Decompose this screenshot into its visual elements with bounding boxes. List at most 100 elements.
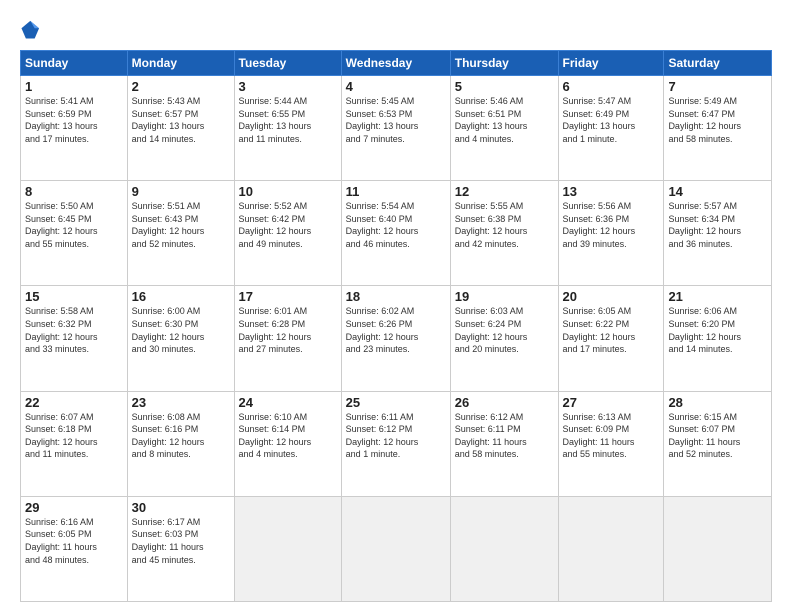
weekday-thursday: Thursday — [450, 51, 558, 76]
day-number: 13 — [563, 184, 660, 199]
calendar-cell: 8Sunrise: 5:50 AMSunset: 6:45 PMDaylight… — [21, 181, 128, 286]
day-info: Sunrise: 6:16 AMSunset: 6:05 PMDaylight:… — [25, 516, 123, 566]
calendar: SundayMondayTuesdayWednesdayThursdayFrid… — [20, 50, 772, 602]
week-row-2: 8Sunrise: 5:50 AMSunset: 6:45 PMDaylight… — [21, 181, 772, 286]
day-number: 8 — [25, 184, 123, 199]
day-info: Sunrise: 6:01 AMSunset: 6:28 PMDaylight:… — [239, 305, 337, 355]
calendar-cell: 1Sunrise: 5:41 AMSunset: 6:59 PMDaylight… — [21, 76, 128, 181]
logo — [20, 18, 46, 40]
day-number: 3 — [239, 79, 337, 94]
day-number: 11 — [346, 184, 446, 199]
day-number: 27 — [563, 395, 660, 410]
day-info: Sunrise: 6:02 AMSunset: 6:26 PMDaylight:… — [346, 305, 446, 355]
calendar-cell: 25Sunrise: 6:11 AMSunset: 6:12 PMDayligh… — [341, 391, 450, 496]
weekday-monday: Monday — [127, 51, 234, 76]
day-number: 23 — [132, 395, 230, 410]
calendar-cell: 5Sunrise: 5:46 AMSunset: 6:51 PMDaylight… — [450, 76, 558, 181]
logo-icon — [20, 18, 42, 40]
day-number: 2 — [132, 79, 230, 94]
weekday-header: SundayMondayTuesdayWednesdayThursdayFrid… — [21, 51, 772, 76]
calendar-cell: 7Sunrise: 5:49 AMSunset: 6:47 PMDaylight… — [664, 76, 772, 181]
calendar-cell: 9Sunrise: 5:51 AMSunset: 6:43 PMDaylight… — [127, 181, 234, 286]
weekday-wednesday: Wednesday — [341, 51, 450, 76]
calendar-cell: 23Sunrise: 6:08 AMSunset: 6:16 PMDayligh… — [127, 391, 234, 496]
calendar-cell: 24Sunrise: 6:10 AMSunset: 6:14 PMDayligh… — [234, 391, 341, 496]
calendar-cell — [450, 496, 558, 601]
week-row-3: 15Sunrise: 5:58 AMSunset: 6:32 PMDayligh… — [21, 286, 772, 391]
calendar-cell: 2Sunrise: 5:43 AMSunset: 6:57 PMDaylight… — [127, 76, 234, 181]
day-number: 15 — [25, 289, 123, 304]
calendar-cell: 3Sunrise: 5:44 AMSunset: 6:55 PMDaylight… — [234, 76, 341, 181]
calendar-cell: 12Sunrise: 5:55 AMSunset: 6:38 PMDayligh… — [450, 181, 558, 286]
weekday-tuesday: Tuesday — [234, 51, 341, 76]
day-info: Sunrise: 6:12 AMSunset: 6:11 PMDaylight:… — [455, 411, 554, 461]
calendar-cell: 21Sunrise: 6:06 AMSunset: 6:20 PMDayligh… — [664, 286, 772, 391]
day-info: Sunrise: 5:47 AMSunset: 6:49 PMDaylight:… — [563, 95, 660, 145]
calendar-cell: 30Sunrise: 6:17 AMSunset: 6:03 PMDayligh… — [127, 496, 234, 601]
day-info: Sunrise: 5:46 AMSunset: 6:51 PMDaylight:… — [455, 95, 554, 145]
day-info: Sunrise: 6:15 AMSunset: 6:07 PMDaylight:… — [668, 411, 767, 461]
day-info: Sunrise: 5:50 AMSunset: 6:45 PMDaylight:… — [25, 200, 123, 250]
day-info: Sunrise: 5:45 AMSunset: 6:53 PMDaylight:… — [346, 95, 446, 145]
day-number: 25 — [346, 395, 446, 410]
day-info: Sunrise: 5:52 AMSunset: 6:42 PMDaylight:… — [239, 200, 337, 250]
calendar-cell: 27Sunrise: 6:13 AMSunset: 6:09 PMDayligh… — [558, 391, 664, 496]
day-number: 9 — [132, 184, 230, 199]
calendar-cell — [558, 496, 664, 601]
calendar-cell: 29Sunrise: 6:16 AMSunset: 6:05 PMDayligh… — [21, 496, 128, 601]
day-number: 29 — [25, 500, 123, 515]
calendar-cell: 14Sunrise: 5:57 AMSunset: 6:34 PMDayligh… — [664, 181, 772, 286]
calendar-cell: 28Sunrise: 6:15 AMSunset: 6:07 PMDayligh… — [664, 391, 772, 496]
day-number: 1 — [25, 79, 123, 94]
day-info: Sunrise: 5:56 AMSunset: 6:36 PMDaylight:… — [563, 200, 660, 250]
day-number: 12 — [455, 184, 554, 199]
day-info: Sunrise: 6:07 AMSunset: 6:18 PMDaylight:… — [25, 411, 123, 461]
day-info: Sunrise: 5:54 AMSunset: 6:40 PMDaylight:… — [346, 200, 446, 250]
day-info: Sunrise: 6:00 AMSunset: 6:30 PMDaylight:… — [132, 305, 230, 355]
calendar-cell — [234, 496, 341, 601]
day-number: 16 — [132, 289, 230, 304]
day-info: Sunrise: 6:05 AMSunset: 6:22 PMDaylight:… — [563, 305, 660, 355]
calendar-cell: 16Sunrise: 6:00 AMSunset: 6:30 PMDayligh… — [127, 286, 234, 391]
calendar-cell: 4Sunrise: 5:45 AMSunset: 6:53 PMDaylight… — [341, 76, 450, 181]
weekday-sunday: Sunday — [21, 51, 128, 76]
day-number: 17 — [239, 289, 337, 304]
day-number: 5 — [455, 79, 554, 94]
day-number: 4 — [346, 79, 446, 94]
calendar-cell: 20Sunrise: 6:05 AMSunset: 6:22 PMDayligh… — [558, 286, 664, 391]
week-row-4: 22Sunrise: 6:07 AMSunset: 6:18 PMDayligh… — [21, 391, 772, 496]
calendar-cell — [664, 496, 772, 601]
day-number: 19 — [455, 289, 554, 304]
day-number: 7 — [668, 79, 767, 94]
day-info: Sunrise: 5:43 AMSunset: 6:57 PMDaylight:… — [132, 95, 230, 145]
calendar-cell: 19Sunrise: 6:03 AMSunset: 6:24 PMDayligh… — [450, 286, 558, 391]
weekday-saturday: Saturday — [664, 51, 772, 76]
day-number: 26 — [455, 395, 554, 410]
day-info: Sunrise: 5:57 AMSunset: 6:34 PMDaylight:… — [668, 200, 767, 250]
calendar-body: 1Sunrise: 5:41 AMSunset: 6:59 PMDaylight… — [21, 76, 772, 602]
day-info: Sunrise: 5:51 AMSunset: 6:43 PMDaylight:… — [132, 200, 230, 250]
day-info: Sunrise: 5:49 AMSunset: 6:47 PMDaylight:… — [668, 95, 767, 145]
day-info: Sunrise: 5:44 AMSunset: 6:55 PMDaylight:… — [239, 95, 337, 145]
day-info: Sunrise: 5:58 AMSunset: 6:32 PMDaylight:… — [25, 305, 123, 355]
day-number: 28 — [668, 395, 767, 410]
calendar-cell — [341, 496, 450, 601]
calendar-cell: 18Sunrise: 6:02 AMSunset: 6:26 PMDayligh… — [341, 286, 450, 391]
day-info: Sunrise: 6:06 AMSunset: 6:20 PMDaylight:… — [668, 305, 767, 355]
day-info: Sunrise: 6:03 AMSunset: 6:24 PMDaylight:… — [455, 305, 554, 355]
day-info: Sunrise: 6:10 AMSunset: 6:14 PMDaylight:… — [239, 411, 337, 461]
weekday-friday: Friday — [558, 51, 664, 76]
calendar-cell: 13Sunrise: 5:56 AMSunset: 6:36 PMDayligh… — [558, 181, 664, 286]
calendar-cell: 26Sunrise: 6:12 AMSunset: 6:11 PMDayligh… — [450, 391, 558, 496]
calendar-cell: 15Sunrise: 5:58 AMSunset: 6:32 PMDayligh… — [21, 286, 128, 391]
day-info: Sunrise: 6:11 AMSunset: 6:12 PMDaylight:… — [346, 411, 446, 461]
day-info: Sunrise: 5:55 AMSunset: 6:38 PMDaylight:… — [455, 200, 554, 250]
day-number: 22 — [25, 395, 123, 410]
calendar-cell: 17Sunrise: 6:01 AMSunset: 6:28 PMDayligh… — [234, 286, 341, 391]
week-row-1: 1Sunrise: 5:41 AMSunset: 6:59 PMDaylight… — [21, 76, 772, 181]
day-info: Sunrise: 6:13 AMSunset: 6:09 PMDaylight:… — [563, 411, 660, 461]
day-number: 30 — [132, 500, 230, 515]
calendar-cell: 11Sunrise: 5:54 AMSunset: 6:40 PMDayligh… — [341, 181, 450, 286]
calendar-cell: 10Sunrise: 5:52 AMSunset: 6:42 PMDayligh… — [234, 181, 341, 286]
page: SundayMondayTuesdayWednesdayThursdayFrid… — [0, 0, 792, 612]
